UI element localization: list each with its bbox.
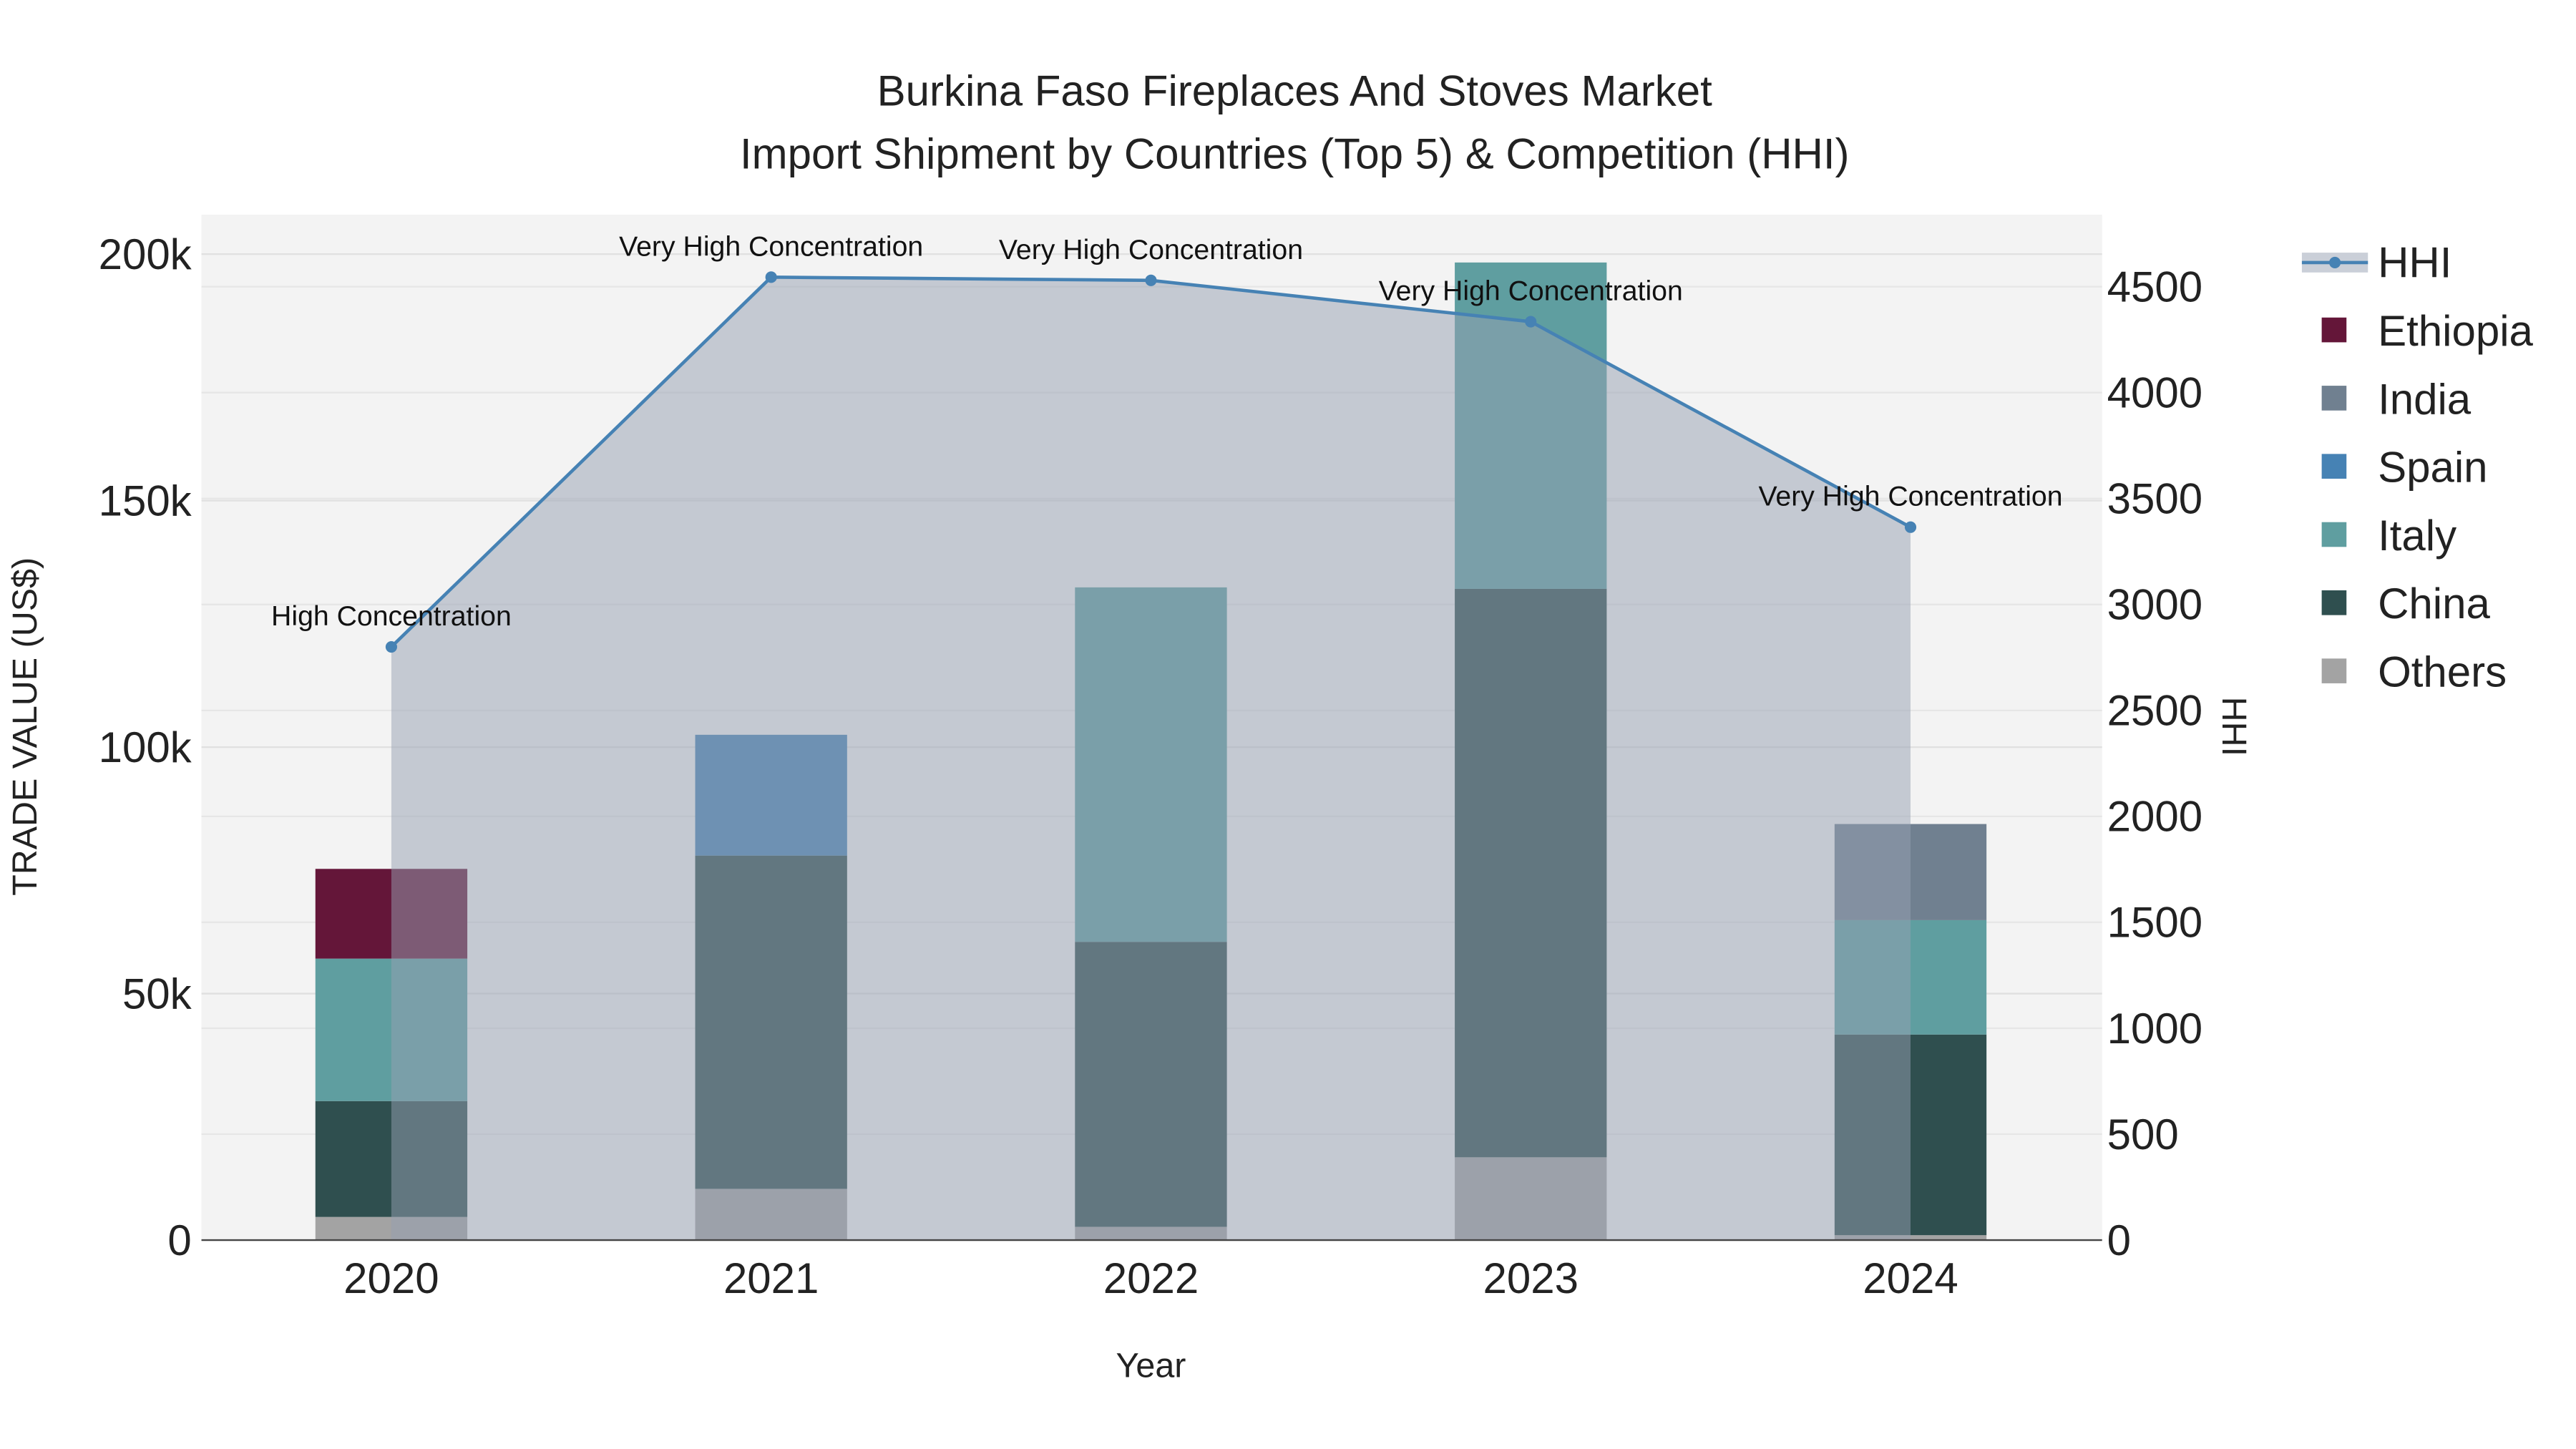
legend-swatch-india	[2321, 386, 2347, 411]
y2-tick-label: 500	[2107, 1111, 2179, 1158]
x-tick-label: 2023	[1483, 1254, 1578, 1302]
y-tick-label: 50k	[122, 970, 192, 1018]
legend-swatch-china	[2321, 590, 2347, 615]
y2-tick-label: 1500	[2107, 899, 2202, 947]
legend-swatch-ethiopia	[2321, 317, 2347, 343]
y2-tick-label: 2000	[2107, 793, 2202, 841]
legend-label-hhi: HHI	[2378, 239, 2451, 287]
hhi-point	[385, 640, 397, 653]
legend-label-spain: Spain	[2378, 444, 2487, 492]
y2-tick-label: 4500	[2107, 263, 2202, 311]
y-tick-label: 200k	[99, 230, 192, 278]
hhi-annotation: Very High Concentration	[999, 234, 1303, 265]
hhi-annotation: Very High Concentration	[619, 230, 923, 262]
y2-tick-label: 3500	[2107, 475, 2202, 523]
x-tick-label: 2022	[1103, 1254, 1199, 1302]
y2-tick-label: 0	[2107, 1216, 2131, 1264]
x-tick-label: 2024	[1863, 1254, 1958, 1302]
hhi-point	[1145, 274, 1157, 286]
legend-swatch-hhi-marker	[2329, 256, 2341, 268]
legend-swatch-italy	[2321, 522, 2347, 547]
x-tick-label: 2021	[723, 1254, 819, 1302]
y2-tick-label: 1000	[2107, 1005, 2202, 1053]
hhi-annotation: Very High Concentration	[1379, 275, 1683, 307]
chart-subtitle: Import Shipment by Countries (Top 5) & C…	[740, 130, 1850, 177]
chart: 0 50k 100k 150k 200k 0 500 1000 1500 2000 2500 3000…	[6, 67, 2534, 1385]
legend-label-italy: Italy	[2378, 512, 2457, 560]
y-tick-label: 100k	[99, 723, 192, 771]
legend-label-ethiopia: Ethiopia	[2378, 307, 2533, 355]
hhi-annotation: Very High Concentration	[1758, 481, 2062, 512]
y-tick-label: 150k	[99, 477, 192, 525]
y-tick-label: 0	[167, 1216, 191, 1264]
hhi-point	[1904, 521, 1917, 533]
legend-swatch-spain	[2321, 454, 2347, 479]
legend: HHI Ethiopia India Spain Italy China Others	[2301, 239, 2534, 696]
hhi-point	[765, 271, 777, 283]
legend-label-india: India	[2378, 375, 2472, 423]
chart-title: Burkina Faso Fireplaces And Stoves Marke…	[877, 67, 1713, 115]
x-axis-label: Year	[1116, 1347, 1186, 1385]
y2-tick-label: 2500	[2107, 687, 2202, 735]
y2-axis-label: HHI	[2215, 697, 2253, 756]
legend-label-others: Others	[2378, 648, 2507, 696]
hhi-point	[1525, 316, 1537, 328]
y2-tick-label: 3000	[2107, 581, 2202, 629]
hhi-annotation: High Concentration	[271, 600, 512, 632]
y-axis-label: TRADE VALUE (US$)	[6, 557, 44, 896]
x-tick-label: 2020	[343, 1254, 439, 1302]
y2-tick-label: 4000	[2107, 369, 2202, 416]
legend-label-china: China	[2378, 580, 2490, 628]
legend-swatch-others	[2321, 658, 2347, 683]
